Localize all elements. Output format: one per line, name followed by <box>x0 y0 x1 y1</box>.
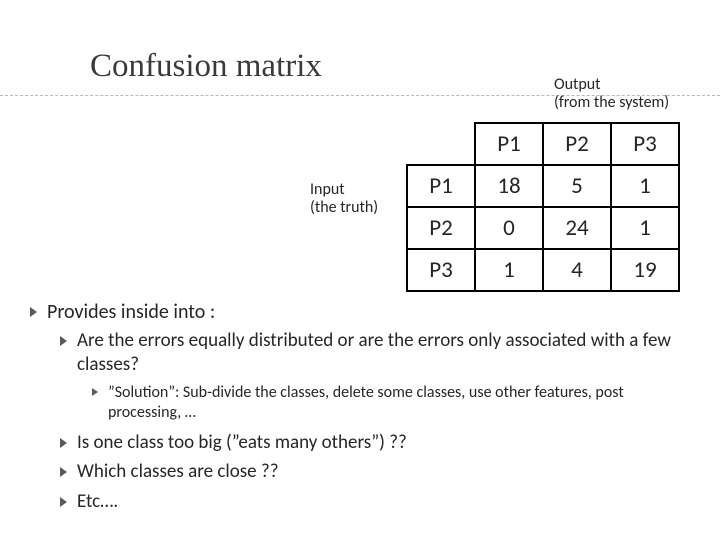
cell: 4 <box>543 249 611 291</box>
cell: 1 <box>611 207 679 249</box>
row-header: P1 <box>407 165 475 207</box>
bullet-icon <box>60 467 67 477</box>
bullet-icon <box>60 497 67 507</box>
list-text: Is one class too big (”eats many others”… <box>77 431 407 455</box>
body-text: Provides inside into : Are the errors eq… <box>30 300 690 520</box>
input-label-line2: (the truth) <box>310 198 378 217</box>
list-item: ”Solution”: Sub-divide the classes, dele… <box>92 383 690 423</box>
row-header: P2 <box>407 207 475 249</box>
list-text: ”Solution”: Sub-divide the classes, dele… <box>108 383 690 423</box>
cell: 5 <box>543 165 611 207</box>
slide-title: Confusion matrix <box>90 48 322 85</box>
cell: 0 <box>475 207 543 249</box>
cell: 1 <box>611 165 679 207</box>
table-row: P1 P2 P3 <box>407 123 679 165</box>
confusion-matrix-table: P1 P2 P3 P1 18 5 1 P2 0 24 1 P3 1 4 19 <box>406 122 680 292</box>
list-text: Which classes are close ?? <box>77 460 279 484</box>
cell: 24 <box>543 207 611 249</box>
list-item: Are the errors equally distributed or ar… <box>60 329 690 377</box>
output-label-line1: Output <box>554 75 601 94</box>
bullet-icon <box>92 388 98 396</box>
input-axis-label: Input (the truth) <box>310 181 378 218</box>
bullet-icon <box>60 336 67 346</box>
table-row: P3 1 4 19 <box>407 249 679 291</box>
list-text: Provides inside into : <box>47 300 215 325</box>
col-header: P1 <box>475 123 543 165</box>
cell: 19 <box>611 249 679 291</box>
list-text: Are the errors equally distributed or ar… <box>77 329 690 377</box>
output-label-line2: (from the system) <box>554 93 669 112</box>
row-header: P3 <box>407 249 475 291</box>
input-label-line1: Input <box>310 180 345 199</box>
bullet-icon <box>60 438 67 448</box>
bullet-icon <box>30 307 37 317</box>
col-header: P2 <box>543 123 611 165</box>
list-item: Provides inside into : <box>30 300 690 325</box>
list-item: Which classes are close ?? <box>60 460 690 484</box>
cell: 18 <box>475 165 543 207</box>
slide: Confusion matrix Output (from the system… <box>0 0 720 540</box>
output-axis-label: Output (from the system) <box>554 76 669 111</box>
empty-corner <box>407 123 475 165</box>
cell: 1 <box>475 249 543 291</box>
col-header: P3 <box>611 123 679 165</box>
table-row: P1 18 5 1 <box>407 165 679 207</box>
list-item: Is one class too big (”eats many others”… <box>60 431 690 455</box>
table-row: P2 0 24 1 <box>407 207 679 249</box>
list-text: Etc…. <box>77 490 118 514</box>
list-item: Etc…. <box>60 490 690 514</box>
